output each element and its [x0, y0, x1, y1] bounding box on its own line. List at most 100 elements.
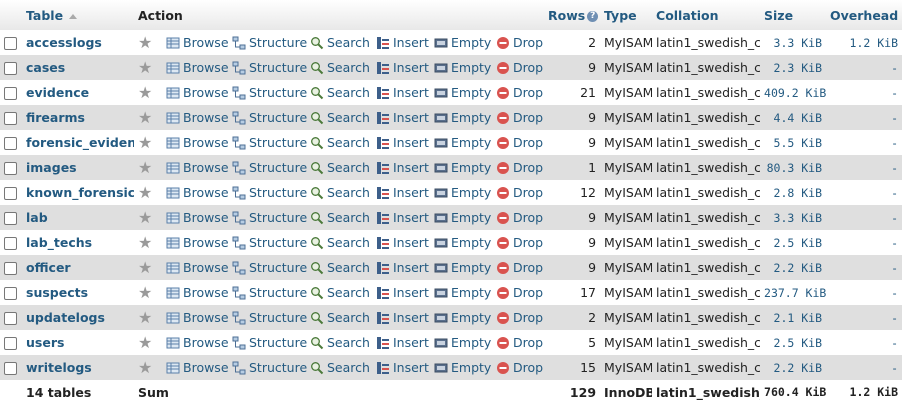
table-name-link[interactable]: lab_techs: [26, 235, 92, 250]
table-name-link[interactable]: cases: [26, 60, 65, 75]
empty-button[interactable]: Empty: [432, 330, 494, 355]
help-icon[interactable]: ?: [587, 10, 599, 22]
table-name-link[interactable]: updatelogs: [26, 310, 105, 325]
structure-button[interactable]: Structure: [230, 55, 308, 80]
structure-button[interactable]: Structure: [230, 80, 308, 105]
star-icon[interactable]: ★: [138, 108, 152, 127]
drop-button[interactable]: Drop: [494, 230, 544, 255]
browse-button[interactable]: Browse: [164, 280, 230, 305]
size-column-header[interactable]: Size: [760, 0, 826, 30]
insert-button[interactable]: Insert: [374, 105, 432, 130]
star-icon[interactable]: ★: [138, 183, 152, 202]
insert-button[interactable]: Insert: [374, 180, 432, 205]
collation-column-header[interactable]: Collation: [652, 0, 760, 30]
star-icon[interactable]: ★: [138, 83, 152, 102]
search-button[interactable]: Search: [308, 255, 374, 280]
empty-button[interactable]: Empty: [432, 80, 494, 105]
row-checkbox[interactable]: [4, 337, 17, 350]
drop-button[interactable]: Drop: [494, 80, 544, 105]
row-checkbox[interactable]: [4, 37, 17, 50]
insert-button[interactable]: Insert: [374, 30, 432, 55]
search-button[interactable]: Search: [308, 280, 374, 305]
search-button[interactable]: Search: [308, 80, 374, 105]
browse-button[interactable]: Browse: [164, 105, 230, 130]
table-name-link[interactable]: known_forensics: [26, 185, 134, 200]
browse-button[interactable]: Browse: [164, 205, 230, 230]
drop-button[interactable]: Drop: [494, 30, 544, 55]
star-icon[interactable]: ★: [138, 208, 152, 227]
table-name-link[interactable]: evidence: [26, 85, 89, 100]
empty-button[interactable]: Empty: [432, 230, 494, 255]
row-checkbox[interactable]: [4, 312, 17, 325]
insert-button[interactable]: Insert: [374, 280, 432, 305]
search-button[interactable]: Search: [308, 305, 374, 330]
structure-button[interactable]: Structure: [230, 155, 308, 180]
overhead-column-header[interactable]: Overhead: [826, 0, 902, 30]
drop-button[interactable]: Drop: [494, 55, 544, 80]
browse-button[interactable]: Browse: [164, 80, 230, 105]
drop-button[interactable]: Drop: [494, 130, 544, 155]
search-button[interactable]: Search: [308, 355, 374, 380]
structure-button[interactable]: Structure: [230, 180, 308, 205]
star-icon[interactable]: ★: [138, 233, 152, 252]
search-button[interactable]: Search: [308, 180, 374, 205]
empty-button[interactable]: Empty: [432, 280, 494, 305]
search-button[interactable]: Search: [308, 155, 374, 180]
structure-button[interactable]: Structure: [230, 255, 308, 280]
rows-column-header[interactable]: Rows?: [544, 0, 600, 30]
empty-button[interactable]: Empty: [432, 180, 494, 205]
insert-button[interactable]: Insert: [374, 355, 432, 380]
table-column-header[interactable]: Table: [22, 0, 134, 30]
row-checkbox[interactable]: [4, 87, 17, 100]
row-checkbox[interactable]: [4, 362, 17, 375]
star-icon[interactable]: ★: [138, 308, 152, 327]
row-checkbox[interactable]: [4, 212, 17, 225]
drop-button[interactable]: Drop: [494, 180, 544, 205]
type-column-header[interactable]: Type: [600, 0, 652, 30]
structure-button[interactable]: Structure: [230, 130, 308, 155]
drop-button[interactable]: Drop: [494, 355, 544, 380]
row-checkbox[interactable]: [4, 112, 17, 125]
insert-button[interactable]: Insert: [374, 330, 432, 355]
table-name-link[interactable]: writelogs: [26, 360, 92, 375]
browse-button[interactable]: Browse: [164, 30, 230, 55]
row-checkbox[interactable]: [4, 137, 17, 150]
search-button[interactable]: Search: [308, 205, 374, 230]
search-button[interactable]: Search: [308, 130, 374, 155]
structure-button[interactable]: Structure: [230, 355, 308, 380]
drop-button[interactable]: Drop: [494, 305, 544, 330]
row-checkbox[interactable]: [4, 262, 17, 275]
insert-button[interactable]: Insert: [374, 205, 432, 230]
empty-button[interactable]: Empty: [432, 255, 494, 280]
search-button[interactable]: Search: [308, 330, 374, 355]
browse-button[interactable]: Browse: [164, 255, 230, 280]
browse-button[interactable]: Browse: [164, 355, 230, 380]
empty-button[interactable]: Empty: [432, 130, 494, 155]
search-button[interactable]: Search: [308, 55, 374, 80]
insert-button[interactable]: Insert: [374, 255, 432, 280]
structure-button[interactable]: Structure: [230, 230, 308, 255]
empty-button[interactable]: Empty: [432, 105, 494, 130]
row-checkbox[interactable]: [4, 287, 17, 300]
table-name-link[interactable]: users: [26, 335, 64, 350]
table-name-link[interactable]: images: [26, 160, 77, 175]
search-button[interactable]: Search: [308, 30, 374, 55]
table-name-link[interactable]: accesslogs: [26, 35, 102, 50]
browse-button[interactable]: Browse: [164, 305, 230, 330]
structure-button[interactable]: Structure: [230, 105, 308, 130]
search-button[interactable]: Search: [308, 105, 374, 130]
drop-button[interactable]: Drop: [494, 280, 544, 305]
empty-button[interactable]: Empty: [432, 305, 494, 330]
drop-button[interactable]: Drop: [494, 255, 544, 280]
row-checkbox[interactable]: [4, 62, 17, 75]
star-icon[interactable]: ★: [138, 283, 152, 302]
table-name-link[interactable]: firearms: [26, 110, 85, 125]
table-name-link[interactable]: forensic_evidence: [26, 135, 134, 150]
drop-button[interactable]: Drop: [494, 105, 544, 130]
structure-button[interactable]: Structure: [230, 305, 308, 330]
drop-button[interactable]: Drop: [494, 330, 544, 355]
row-checkbox[interactable]: [4, 237, 17, 250]
star-icon[interactable]: ★: [138, 33, 152, 52]
structure-button[interactable]: Structure: [230, 280, 308, 305]
insert-button[interactable]: Insert: [374, 130, 432, 155]
